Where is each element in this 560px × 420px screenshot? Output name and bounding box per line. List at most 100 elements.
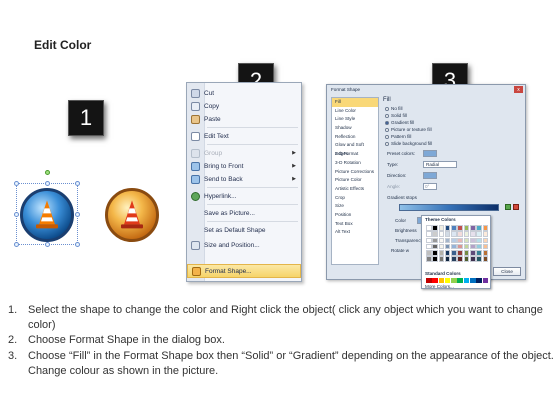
color-swatch[interactable] [444,237,451,244]
color-swatch[interactable] [482,256,489,262]
category-item[interactable]: Glow and Soft Edges [332,141,378,156]
preset-colors-dropdown[interactable] [423,150,437,157]
color-swatch[interactable] [482,231,489,237]
color-swatch[interactable] [451,237,457,244]
resize-handle[interactable] [14,181,19,186]
radio-no-fill[interactable]: No fill [385,106,403,111]
color-swatch[interactable] [438,278,445,283]
resize-handle[interactable] [75,242,80,247]
remove-stop-icon[interactable] [513,204,519,210]
color-swatch[interactable] [482,237,489,244]
resize-handle[interactable] [75,181,80,186]
category-item[interactable]: Shadow [332,124,378,133]
rotate-checkbox[interactable]: Rotate w [391,248,409,253]
color-swatch[interactable] [457,237,463,244]
color-swatch[interactable] [426,256,432,262]
color-swatch[interactable] [432,250,438,256]
color-swatch[interactable] [426,225,432,231]
menu-item-bring-to-front[interactable]: Bring to Front ▶ [187,160,301,172]
color-swatch[interactable] [476,231,482,237]
color-swatch[interactable] [438,243,445,250]
color-swatch[interactable] [432,256,438,262]
more-colors-link[interactable]: More Colors... [425,284,454,289]
radio-solid-fill[interactable]: Solid fill [385,113,407,118]
color-swatch[interactable] [451,256,457,262]
resize-handle[interactable] [45,181,50,186]
color-swatch[interactable] [476,250,482,256]
color-swatch[interactable] [457,225,463,231]
color-swatch[interactable] [463,237,470,244]
color-swatch[interactable] [470,256,476,262]
color-swatch[interactable] [432,278,438,283]
color-swatch[interactable] [457,256,463,262]
radio-pattern-fill[interactable]: Pattern fill [385,134,411,139]
menu-item-save-as-picture[interactable]: Save as Picture... [187,207,301,219]
color-swatch[interactable] [444,231,451,237]
category-item[interactable]: Alt Text [332,228,378,237]
color-swatch[interactable] [476,225,482,231]
color-swatch[interactable] [451,278,457,283]
color-swatch[interactable] [457,243,463,250]
resize-handle[interactable] [14,212,19,217]
type-dropdown[interactable]: Radial [423,161,457,168]
color-swatch[interactable] [444,256,451,262]
radio-picture-fill[interactable]: Picture or texture fill [385,127,432,132]
color-swatch[interactable] [426,250,432,256]
category-fill[interactable]: Fill [332,98,378,107]
color-swatch[interactable] [463,278,470,283]
color-swatch[interactable] [438,231,445,237]
menu-item-paste[interactable]: Paste [187,113,301,125]
category-item[interactable]: Artistic Effects [332,185,378,194]
color-swatch[interactable] [463,225,470,231]
color-swatch[interactable] [444,250,451,256]
close-button[interactable]: Close [493,267,521,276]
category-item[interactable]: Size [332,202,378,211]
color-swatch[interactable] [476,256,482,262]
color-swatch[interactable] [438,256,445,262]
menu-item-size-position[interactable]: Size and Position... [187,239,301,251]
add-stop-icon[interactable] [505,204,511,210]
color-swatch[interactable] [444,225,451,231]
radio-background-fill[interactable]: Slide background fill [385,141,432,146]
close-icon[interactable]: x [514,86,523,93]
color-swatch[interactable] [438,237,445,244]
color-swatch[interactable] [482,250,489,256]
category-item[interactable]: Picture Corrections [332,168,378,177]
color-swatch[interactable] [451,243,457,250]
color-swatch[interactable] [444,278,451,283]
color-swatch[interactable] [426,278,432,283]
rotate-handle[interactable] [45,170,50,175]
color-swatch[interactable] [457,250,463,256]
traffic-cone-blue-icon[interactable] [20,188,74,242]
menu-item-send-to-back[interactable]: Send to Back ▶ [187,173,301,185]
menu-item-hyperlink[interactable]: Hyperlink... [187,190,301,202]
color-swatch[interactable] [438,225,445,231]
resize-handle[interactable] [75,212,80,217]
color-swatch[interactable] [444,243,451,250]
direction-dropdown[interactable] [423,172,437,179]
category-item[interactable]: Line Color [332,107,378,116]
color-swatch[interactable] [470,243,476,250]
resize-handle[interactable] [45,242,50,247]
category-item[interactable]: Reflection [332,133,378,142]
color-swatch[interactable] [457,278,463,283]
color-swatch[interactable] [463,243,470,250]
color-swatch[interactable] [426,231,432,237]
color-swatch[interactable] [463,256,470,262]
color-swatch[interactable] [426,243,432,250]
color-swatch[interactable] [457,231,463,237]
category-item[interactable]: Crop [332,194,378,203]
category-item[interactable]: Line Style [332,115,378,124]
color-swatch[interactable] [476,278,482,283]
category-item[interactable]: Picture Color [332,176,378,185]
gradient-stops-slider[interactable] [399,204,499,211]
category-item[interactable]: 3-D Format [332,150,378,159]
category-item[interactable]: 3-D Rotation [332,159,378,168]
color-swatch[interactable] [463,250,470,256]
color-swatch[interactable] [451,250,457,256]
color-swatch[interactable] [432,225,438,231]
color-swatch[interactable] [438,250,445,256]
color-swatch[interactable] [432,243,438,250]
radio-gradient-fill[interactable]: Gradient fill [385,120,414,125]
color-swatch[interactable] [482,243,489,250]
